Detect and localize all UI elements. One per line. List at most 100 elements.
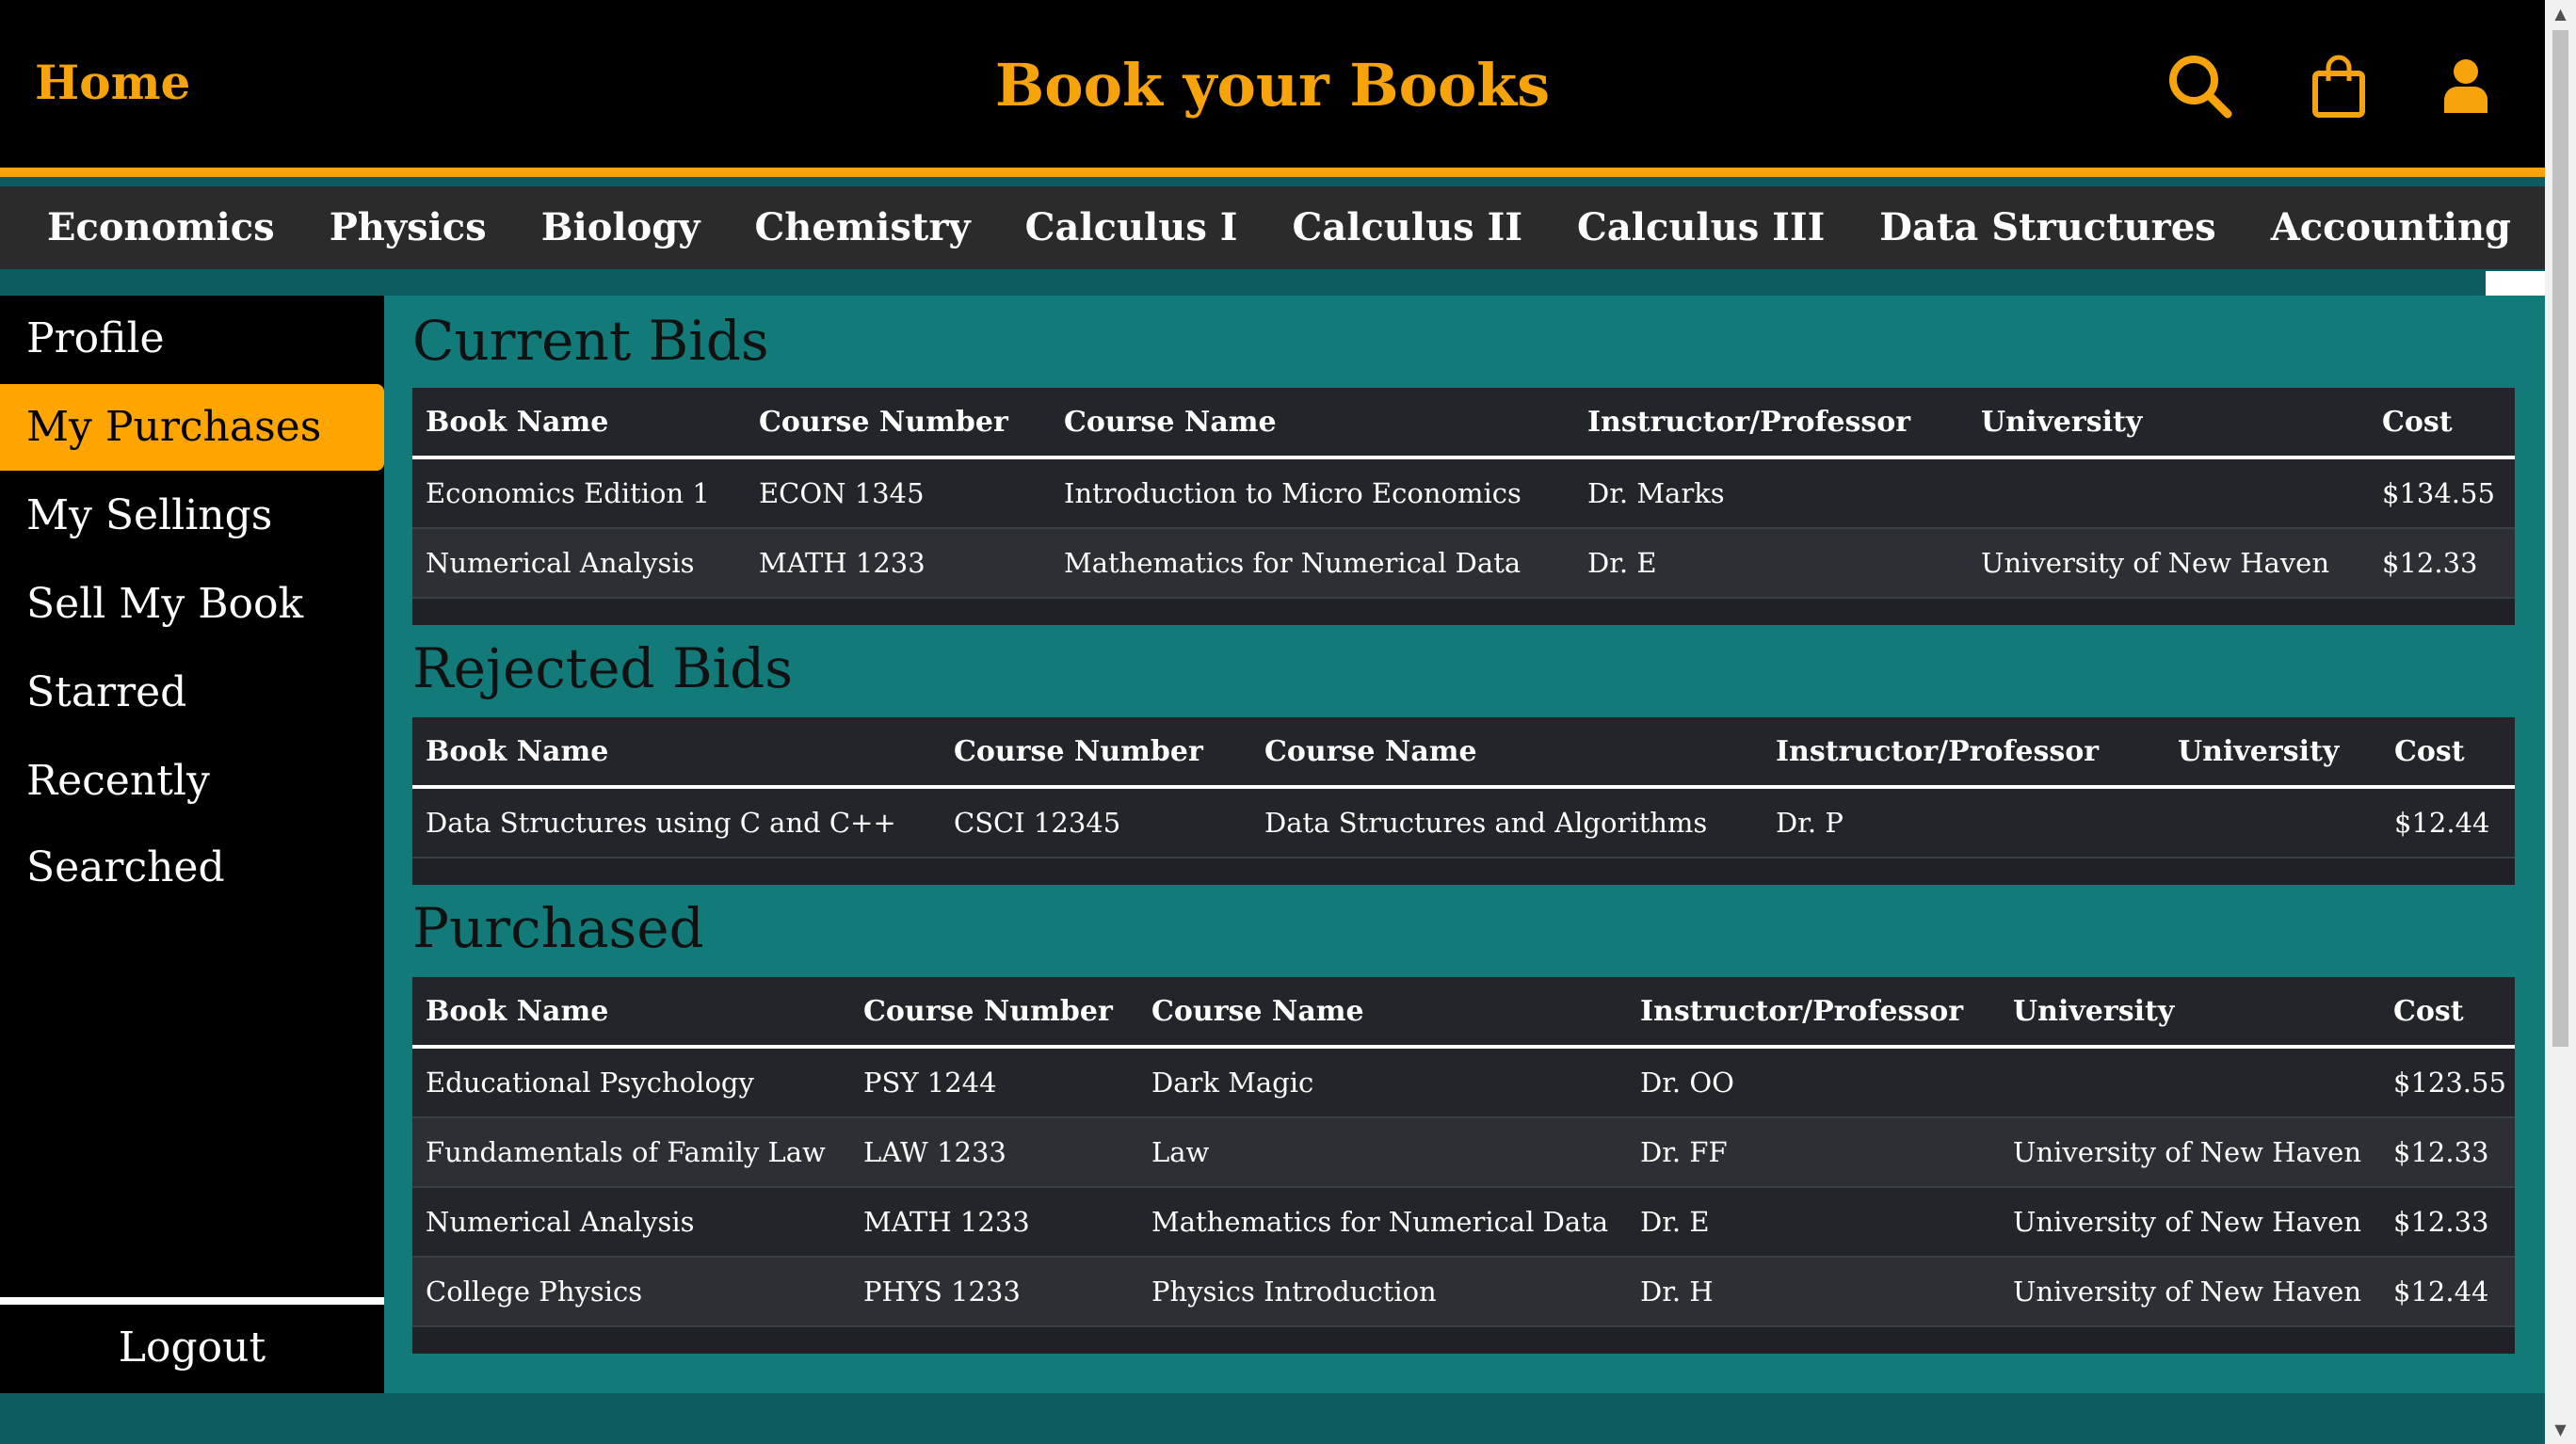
cell-university: University of New Haven <box>1968 528 2369 599</box>
search-icon[interactable] <box>2165 52 2233 123</box>
column-header-course-name: Course Name <box>1251 717 1763 789</box>
category-calculus-i[interactable]: Calculus I <box>1025 186 1238 269</box>
cell-book-name: Economics Edition 1 <box>412 457 746 529</box>
cell-book-name: Fundamentals of Family Law <box>412 1117 850 1188</box>
column-header-university: University <box>2000 977 2380 1049</box>
column-header-book-name: Book Name <box>412 977 850 1049</box>
table-row[interactable]: Numerical Analysis MATH 1233 Mathematics f… <box>412 1187 2515 1258</box>
category-economics[interactable]: Economics <box>47 186 275 269</box>
sidebar-item-recently-searched[interactable]: Recently Searched <box>0 738 384 891</box>
scroll-thumb[interactable] <box>2552 30 2568 1047</box>
user-icon[interactable] <box>2442 58 2489 117</box>
main-content: Current Bids Book Name Course Number Cours… <box>384 296 2545 1393</box>
cell-cost: $12.33 <box>2380 1187 2515 1258</box>
category-calculus-iii[interactable]: Calculus III <box>1577 186 1825 269</box>
cell-university: University of New Haven <box>2000 1187 2380 1258</box>
category-physics[interactable]: Physics <box>330 186 487 269</box>
column-header-course-name: Course Name <box>1138 977 1627 1049</box>
sidebar-item-sell-my-book[interactable]: Sell My Book <box>0 561 384 648</box>
logout-button[interactable]: Logout <box>0 1297 384 1393</box>
cell-book-name: Numerical Analysis <box>412 1187 850 1258</box>
cell-instructor: Dr. E <box>1574 528 1968 599</box>
page-scrollbar[interactable]: ▲ ▼ <box>2545 0 2576 1444</box>
nav-scroll-indicator <box>2486 271 2545 296</box>
cell-course-name: Introduction to Micro Economics <box>1051 457 1574 529</box>
category-accounting[interactable]: Accounting <box>2271 186 2511 269</box>
cell-book-name: College Physics <box>412 1257 850 1327</box>
column-header-university: University <box>2165 717 2381 789</box>
cell-instructor: Dr. H <box>1627 1257 2000 1327</box>
cell-course-name: Data Structures and Algorithms <box>1251 787 1763 858</box>
sidebar-item-profile[interactable]: Profile <box>0 296 384 382</box>
cell-course-name: Dark Magic <box>1138 1047 1627 1118</box>
site-title: Book your Books <box>994 51 1551 120</box>
column-header-course-number: Course Number <box>746 388 1051 459</box>
category-data-structures[interactable]: Data Structures <box>1879 186 2215 269</box>
cell-course-number: ECON 1345 <box>746 457 1051 529</box>
category-chemistry[interactable]: Chemistry <box>754 186 970 269</box>
column-header-cost: Cost <box>2369 388 2515 459</box>
table-row[interactable]: College Physics PHYS 1233 Physics Introduc… <box>412 1257 2515 1327</box>
table-row[interactable]: Numerical Analysis MATH 1233 Mathematics f… <box>412 528 2515 599</box>
column-header-instructor: Instructor/Professor <box>1627 977 2000 1049</box>
column-header-course-name: Course Name <box>1051 388 1574 459</box>
section-title-purchased: Purchased <box>412 896 704 960</box>
category-nav: Economics Physics Biology Chemistry Calculus… <box>0 186 2545 269</box>
cell-book-name: Numerical Analysis <box>412 528 746 599</box>
column-header-book-name: Book Name <box>412 717 941 789</box>
cell-course-name: Mathematics for Numerical Data <box>1051 528 1574 599</box>
cell-instructor: Dr. Marks <box>1574 457 1968 529</box>
cell-course-number: CSCI 12345 <box>941 787 1251 858</box>
table-row[interactable]: Educational Psychology PSY 1244 Dark Magic… <box>412 1047 2515 1118</box>
table-header-row: Book Name Course Number Course Name Instruc… <box>412 977 2515 1049</box>
cell-course-number: PHYS 1233 <box>850 1257 1138 1327</box>
column-header-instructor: Instructor/Professor <box>1574 388 1968 459</box>
sidebar-item-my-purchases[interactable]: My Purchases <box>0 384 384 471</box>
column-header-cost: Cost <box>2380 977 2515 1049</box>
column-header-cost: Cost <box>2381 717 2515 789</box>
section-title-rejected-bids: Rejected Bids <box>412 636 794 700</box>
cell-course-number: PSY 1244 <box>850 1047 1138 1118</box>
sidebar-item-starred[interactable]: Starred <box>0 650 384 736</box>
cell-university <box>1968 457 2369 529</box>
column-header-book-name: Book Name <box>412 388 746 459</box>
sidebar: Profile My Purchases My Sellings Sell My… <box>0 296 384 1393</box>
column-header-course-number: Course Number <box>941 717 1251 789</box>
section-title-current-bids: Current Bids <box>412 309 769 373</box>
cell-cost: $134.55 <box>2369 457 2515 529</box>
category-biology[interactable]: Biology <box>541 186 700 269</box>
column-header-instructor: Instructor/Professor <box>1763 717 2165 789</box>
sidebar-item-my-sellings[interactable]: My Sellings <box>0 473 384 559</box>
cell-instructor: Dr. E <box>1627 1187 2000 1258</box>
scroll-up-icon[interactable]: ▲ <box>2545 0 2576 28</box>
table-row[interactable]: Data Structures using C and C++ CSCI 1234… <box>412 787 2515 858</box>
cell-university: University of New Haven <box>2000 1117 2380 1188</box>
cell-cost: $123.55 <box>2380 1047 2515 1118</box>
cell-instructor: Dr. FF <box>1627 1117 2000 1188</box>
cell-instructor: Dr. P <box>1763 787 2165 858</box>
cell-course-number: LAW 1233 <box>850 1117 1138 1188</box>
scroll-down-icon[interactable]: ▼ <box>2545 1416 2576 1444</box>
cell-book-name: Educational Psychology <box>412 1047 850 1118</box>
cell-instructor: Dr. OO <box>1627 1047 2000 1118</box>
table-header-row: Book Name Course Number Course Name Instruc… <box>412 717 2515 789</box>
cell-cost: $12.44 <box>2381 787 2515 858</box>
table-row[interactable]: Fundamentals of Family Law LAW 1233 Law Dr.… <box>412 1117 2515 1188</box>
cell-course-name: Law <box>1138 1117 1627 1188</box>
cell-course-number: MATH 1233 <box>746 528 1051 599</box>
category-calculus-ii[interactable]: Calculus II <box>1293 186 1523 269</box>
cell-university: University of New Haven <box>2000 1257 2380 1327</box>
shopping-bag-icon[interactable] <box>2310 55 2367 122</box>
cell-university <box>2165 787 2381 858</box>
purchased-table: Book Name Course Number Course Name Instruc… <box>412 977 2515 1354</box>
table-row[interactable]: Economics Edition 1 ECON 1345 Introduction… <box>412 457 2515 529</box>
column-header-university: University <box>1968 388 2369 459</box>
top-header: Home Book your Books <box>0 0 2545 177</box>
rejected-bids-table: Book Name Course Number Course Name Instruc… <box>412 717 2515 885</box>
cell-course-name: Physics Introduction <box>1138 1257 1627 1327</box>
cell-university <box>2000 1047 2380 1118</box>
cell-book-name: Data Structures using C and C++ <box>412 787 941 858</box>
footer-strip <box>0 1393 2545 1444</box>
cell-cost: $12.33 <box>2369 528 2515 599</box>
current-bids-table: Book Name Course Number Course Name Instruc… <box>412 388 2515 625</box>
